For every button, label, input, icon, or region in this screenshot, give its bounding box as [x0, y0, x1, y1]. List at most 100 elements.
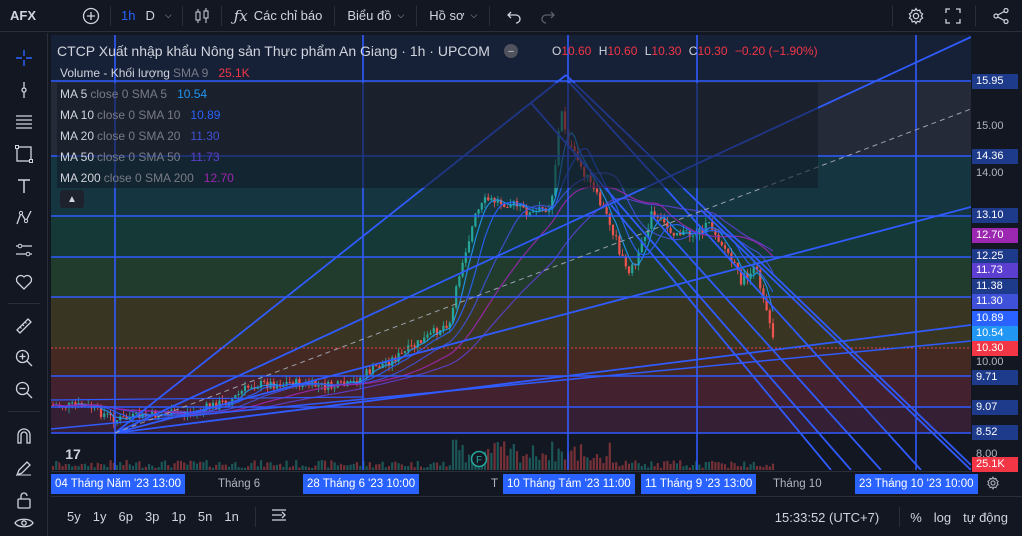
log-scale-toggle[interactable]: log: [928, 510, 957, 525]
symbol-search[interactable]: AFX: [0, 0, 76, 32]
zoom-tool[interactable]: [10, 345, 38, 371]
range-button-1y[interactable]: 1y: [87, 509, 113, 524]
crosshair-icon: [14, 48, 34, 68]
volume-bar: [339, 463, 343, 470]
redo-button[interactable]: [534, 0, 562, 32]
volume-bar: [285, 460, 288, 470]
fib-band: [51, 216, 971, 257]
volume-bar: [704, 461, 707, 470]
chevron-down-icon: ⌵: [397, 10, 405, 20]
volume-bar: [208, 466, 211, 470]
clock-timezone[interactable]: 15:33:52 (UTC+7): [769, 510, 885, 525]
event-marker[interactable]: F: [470, 450, 488, 468]
fib-tool[interactable]: [10, 109, 38, 135]
indicators-button[interactable]: ƒx Các chỉ báo: [226, 0, 331, 32]
volume-bar: [458, 450, 461, 470]
candle-body: [442, 325, 445, 331]
share-button[interactable]: [980, 0, 1022, 32]
forecast-tool[interactable]: [10, 237, 38, 263]
chart-menu-button[interactable]: Biểu đồ ⌵: [339, 0, 412, 32]
undo-button[interactable]: [494, 0, 534, 32]
hide-drawings-tool[interactable]: [10, 513, 38, 533]
top-toolbar: AFX 1h D ⌵ ƒx Các chỉ báo Biểu đồ ⌵ Hồ s…: [0, 0, 1022, 32]
interval-1h-button[interactable]: 1h: [115, 0, 141, 32]
range-button-5n[interactable]: 5n: [192, 509, 218, 524]
candle-body: [429, 332, 432, 335]
volume-bar: [381, 461, 384, 470]
volume-bar: [682, 466, 685, 470]
scale-settings-button[interactable]: [986, 476, 1000, 493]
volume-bar: [375, 464, 378, 470]
price-tick-label: 10.00: [976, 356, 1004, 368]
legend-ma-row[interactable]: MA 20 close 0 SMA 20 11.30: [57, 125, 818, 146]
volume-bar: [416, 461, 419, 470]
volume-bar: [250, 462, 253, 470]
symbol-legend[interactable]: CTCP Xuất nhập khẩu Nông sản Thực phẩm A…: [57, 40, 818, 62]
range-button-6p[interactable]: 6p: [112, 509, 138, 524]
interval-d-button[interactable]: D: [141, 0, 158, 32]
trendline-tool[interactable]: [10, 77, 38, 103]
zoom-in-icon: [14, 348, 34, 368]
candle-body: [426, 334, 429, 338]
ma-params: close 0 SMA 10: [97, 107, 181, 122]
chevron-down-icon: ⌵: [470, 10, 478, 20]
candle-body: [471, 226, 474, 242]
candle-body: [727, 248, 730, 254]
chart-type-button[interactable]: [187, 0, 217, 32]
drawing-mode-tool[interactable]: [10, 455, 38, 481]
magnet-tool[interactable]: [10, 423, 38, 449]
pattern-tool[interactable]: [10, 205, 38, 231]
rectangle-tool[interactable]: [10, 141, 38, 167]
volume-bar: [311, 467, 314, 470]
price-level-label: 12.25: [972, 249, 1018, 264]
divider: [416, 5, 418, 26]
legend-ma-row[interactable]: MA 200 close 0 SMA 200 12.70: [57, 167, 818, 188]
legend-ma-row[interactable]: MA 50 close 0 SMA 50 11.73: [57, 146, 818, 167]
compare-button[interactable]: [76, 0, 106, 32]
profile-menu-button[interactable]: Hồ sơ ⌵: [421, 0, 485, 32]
volume-bar: [365, 466, 368, 470]
auto-scale-toggle[interactable]: tự động: [957, 510, 1014, 525]
favorites-tool[interactable]: [10, 269, 38, 295]
price-level-label: 10.54: [972, 326, 1018, 341]
volume-bar: [336, 465, 339, 470]
chart-menu-label: Biểu đồ: [347, 8, 392, 23]
volume-bar: [717, 462, 720, 470]
divider: [110, 5, 111, 26]
ruler-icon: [14, 316, 34, 336]
range-button-1n[interactable]: 1n: [218, 509, 244, 524]
volume-bar: [439, 465, 442, 470]
fullscreen-button[interactable]: [935, 0, 971, 32]
time-scale[interactable]: 04 Tháng Năm '23 13:00 Tháng 6 28 Tháng 6 …: [51, 471, 978, 495]
legend-volume[interactable]: Volume - Khối lượng SMA 9 25.1K: [57, 62, 818, 83]
volume-bar: [192, 461, 195, 470]
text-tool[interactable]: [10, 173, 38, 199]
date-range-button[interactable]: [260, 507, 298, 526]
measure-tool[interactable]: [10, 313, 38, 339]
share-icon: [992, 7, 1010, 25]
range-button-3p[interactable]: 3p: [139, 509, 165, 524]
crosshair-tool[interactable]: [10, 45, 38, 71]
volume-bar: [749, 464, 752, 470]
settings-button[interactable]: [897, 0, 935, 32]
collapse-legend-button[interactable]: ▲: [60, 190, 84, 208]
range-button-5y[interactable]: 5y: [61, 509, 87, 524]
zoom-out-tool[interactable]: [10, 377, 38, 403]
volume-bar: [77, 466, 80, 470]
lock-tool[interactable]: [10, 487, 38, 513]
volume-bar: [295, 460, 298, 470]
volume-bar: [183, 462, 186, 470]
percent-scale-toggle[interactable]: %: [904, 510, 928, 525]
volume-bar: [234, 462, 237, 470]
range-button-1p[interactable]: 1p: [165, 509, 191, 524]
volume-bar: [653, 466, 656, 470]
volume-bar: [759, 466, 762, 470]
legend-ma-row[interactable]: MA 10 close 0 SMA 10 10.89: [57, 104, 818, 125]
legend-ma-row[interactable]: MA 5 close 0 SMA 5 10.54: [57, 83, 818, 104]
candle-body: [272, 381, 275, 389]
volume-bar: [269, 462, 272, 470]
tradingview-logo-text: 17: [65, 446, 81, 462]
interval-dropdown[interactable]: ⌵: [159, 0, 178, 32]
candle-body: [669, 228, 672, 233]
legend-menu-icon[interactable]: –: [503, 44, 518, 58]
